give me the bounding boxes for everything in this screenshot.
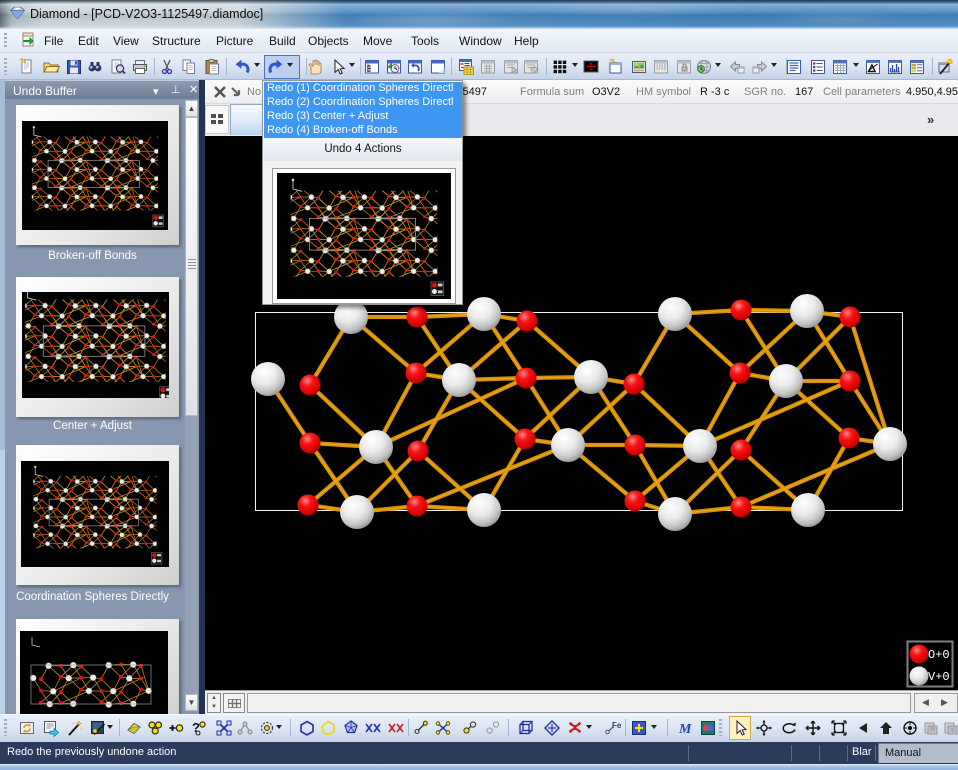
svg-text:V+0: V+0 <box>928 670 950 684</box>
svg-text:Fe: Fe <box>612 721 621 730</box>
svg-text:O+0: O+0 <box>928 648 950 662</box>
svg-text:M: M <box>678 722 692 737</box>
